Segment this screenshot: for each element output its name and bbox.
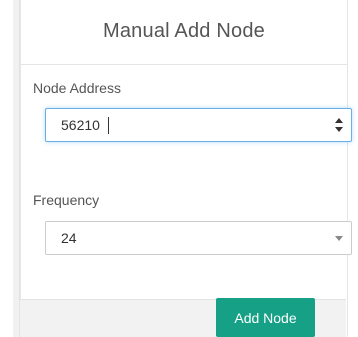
page: Manual Add Node Node Address 56210 Frequ… bbox=[0, 0, 358, 337]
chevron-down-icon[interactable] bbox=[335, 236, 343, 241]
left-rail bbox=[13, 0, 20, 337]
frequency-selected-value: 24 bbox=[61, 230, 77, 246]
number-spinner-icon[interactable] bbox=[335, 116, 345, 134]
decrement-icon[interactable] bbox=[335, 127, 343, 132]
node-address-input[interactable]: 56210 bbox=[45, 108, 352, 142]
manual-add-node-panel: Manual Add Node Node Address 56210 Frequ… bbox=[20, 0, 352, 337]
frequency-label: Frequency bbox=[33, 192, 100, 208]
panel-title: Manual Add Node bbox=[102, 20, 265, 42]
increment-icon[interactable] bbox=[335, 118, 343, 123]
panel-header: Manual Add Node bbox=[21, 0, 347, 65]
add-node-button[interactable]: Add Node bbox=[216, 298, 315, 337]
node-address-value: 56210 bbox=[61, 117, 100, 133]
frequency-select[interactable]: 24 bbox=[45, 221, 352, 255]
node-address-label: Node Address bbox=[33, 80, 121, 96]
text-cursor bbox=[108, 117, 109, 134]
